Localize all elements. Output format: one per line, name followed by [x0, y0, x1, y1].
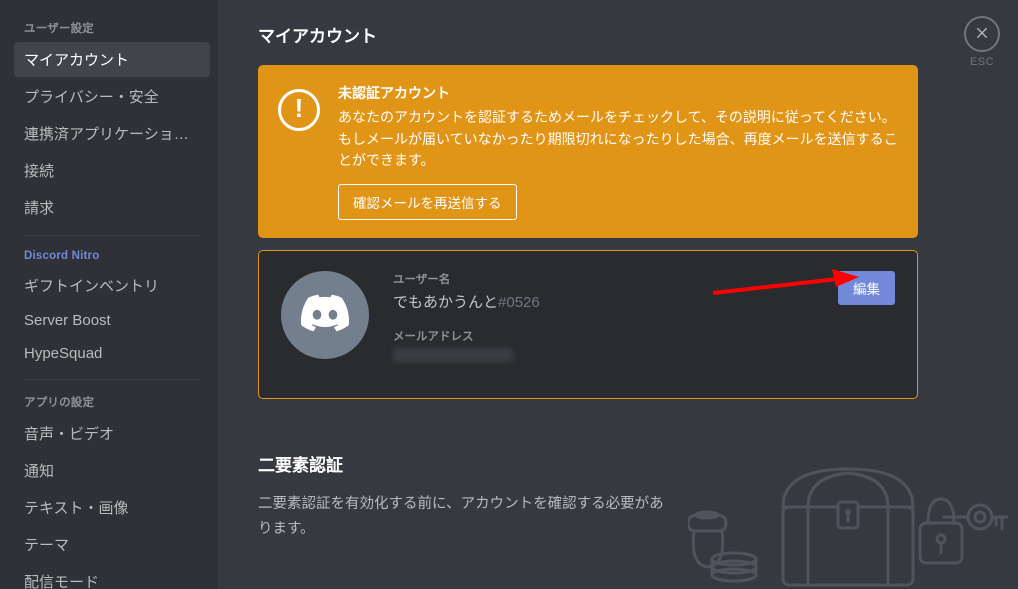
- email-label: メールアドレス: [393, 328, 895, 344]
- sidebar-header-user: ユーザー設定: [14, 16, 210, 42]
- treasure-illustration: [688, 447, 1008, 589]
- sidebar-item-connections[interactable]: 連携済アプリケーショ…: [14, 116, 210, 151]
- sidebar-item-billing[interactable]: 請求: [14, 190, 210, 225]
- sidebar-item-privacy[interactable]: プライバシー・安全: [14, 79, 210, 114]
- sidebar-item-label: 接続: [24, 163, 54, 180]
- sidebar-item-my-account[interactable]: マイアカウント: [14, 42, 210, 77]
- edit-account-button[interactable]: 編集: [838, 271, 895, 305]
- sidebar-item-gift-inventory[interactable]: ギフトインベントリ: [14, 268, 210, 303]
- sidebar-item-text-images[interactable]: テキスト・画像: [14, 490, 210, 525]
- two-factor-section: 二要素認証 二要素認証を有効化する前に、アカウントを確認する必要があります。: [258, 451, 678, 541]
- sidebar-item-label: マイアカウント: [24, 52, 129, 69]
- discriminator-text: #0526: [498, 294, 540, 311]
- sidebar-item-label: 通知: [24, 463, 54, 480]
- sidebar-item-label: Server Boost: [24, 312, 111, 329]
- sidebar-item-streamer-mode[interactable]: 配信モード: [14, 564, 210, 589]
- close-label: ESC: [970, 56, 994, 68]
- sidebar-item-label: HypeSquad: [24, 345, 102, 362]
- sidebar-item-label: 連携済アプリケーショ…: [24, 126, 189, 143]
- settings-sidebar: ユーザー設定 マイアカウント プライバシー・安全 連携済アプリケーショ… 接続 …: [0, 0, 218, 589]
- sidebar-item-label: 請求: [24, 200, 54, 217]
- sidebar-item-label: ギフトインベントリ: [24, 278, 159, 295]
- sidebar-item-integrations[interactable]: 接続: [14, 153, 210, 188]
- username-text: でもあかうんと: [393, 294, 498, 311]
- account-card: ユーザー名 でもあかうんと#0526 メールアドレス 編集: [258, 250, 918, 399]
- sidebar-item-hypesquad[interactable]: HypeSquad: [14, 338, 210, 369]
- avatar: [281, 271, 369, 359]
- two-factor-title: 二要素認証: [258, 451, 678, 476]
- sidebar-item-label: 配信モード: [24, 574, 99, 589]
- sidebar-item-label: テキスト・画像: [24, 500, 129, 517]
- close-button[interactable]: [964, 16, 1000, 52]
- unverified-account-notice: ! 未認証アカウント あなたのアカウントを認証するためメールをチェックして、その…: [258, 65, 918, 238]
- discord-logo-icon: [301, 293, 349, 338]
- sidebar-item-server-boost[interactable]: Server Boost: [14, 305, 210, 336]
- username-value: でもあかうんと#0526: [393, 291, 895, 312]
- sidebar-separator: [24, 235, 200, 236]
- notice-title: 未認証アカウント: [338, 83, 898, 103]
- email-field: メールアドレス: [393, 328, 895, 362]
- sidebar-item-voice-video[interactable]: 音声・ビデオ: [14, 416, 210, 451]
- username-label: ユーザー名: [393, 271, 895, 287]
- warning-icon: !: [278, 89, 320, 131]
- resend-verification-button[interactable]: 確認メールを再送信する: [338, 184, 517, 220]
- sidebar-header-nitro: Discord Nitro: [14, 246, 210, 268]
- username-field: ユーザー名 でもあかうんと#0526: [393, 271, 895, 312]
- sidebar-item-label: 音声・ビデオ: [24, 426, 114, 443]
- notice-description: あなたのアカウントを認証するためメールをチェックして、その説明に従ってください。…: [338, 107, 898, 172]
- close-icon: [974, 24, 990, 45]
- sidebar-header-app: アプリの設定: [14, 390, 210, 416]
- sidebar-item-label: プライバシー・安全: [24, 89, 159, 106]
- two-factor-description: 二要素認証を有効化する前に、アカウントを確認する必要があります。: [258, 492, 678, 541]
- sidebar-separator: [24, 379, 200, 380]
- email-value-obscured: [393, 348, 513, 362]
- sidebar-item-appearance[interactable]: テーマ: [14, 527, 210, 562]
- sidebar-item-notifications[interactable]: 通知: [14, 453, 210, 488]
- page-title: マイアカウント: [258, 22, 978, 47]
- sidebar-item-label: テーマ: [24, 537, 69, 554]
- settings-content: ESC マイアカウント ! 未認証アカウント あなたのアカウントを認証するためメ…: [218, 0, 1018, 589]
